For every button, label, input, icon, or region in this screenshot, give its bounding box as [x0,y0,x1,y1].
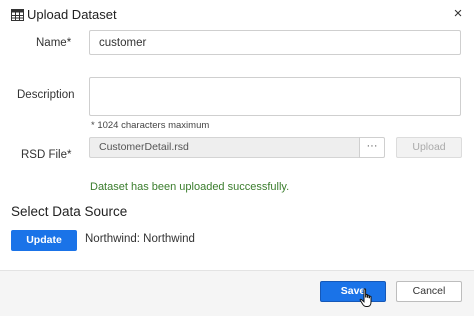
description-label: Description [17,89,75,101]
cancel-button[interactable]: Cancel [396,281,462,302]
rsd-file-field: CustomerDetail.rsd [89,137,360,158]
required-mark: * [66,37,72,49]
ellipsis-icon: ··· [366,140,378,152]
upload-button[interactable]: Upload [396,137,462,158]
rsd-file-label: RSD File* [21,149,72,161]
dialog-title-bar: Upload Dataset × [0,0,474,32]
description-hint: * 1024 characters maximum [91,120,210,131]
select-data-source-heading: Select Data Source [11,204,128,219]
close-button[interactable]: × [447,4,469,24]
description-input[interactable] [89,77,461,116]
name-label: Name* [36,37,71,49]
close-icon[interactable]: × [454,5,463,22]
name-input[interactable] [89,30,461,55]
dialog-title: Upload Dataset [27,7,117,22]
rsd-file-label-text: RSD File [21,149,68,161]
required-mark: * [67,149,72,161]
save-button[interactable]: Save [320,281,386,302]
name-label-text: Name [36,37,67,49]
upload-success-message: Dataset has been uploaded successfully. [90,181,290,193]
browse-file-button[interactable]: ··· [359,137,385,158]
data-source-value: Northwind: Northwind [85,233,195,245]
hand-cursor-icon [359,288,372,307]
upload-dataset-dialog: Upload Dataset × Name* Description * 102… [0,0,474,316]
table-icon [11,9,24,21]
update-button[interactable]: Update [11,230,77,251]
